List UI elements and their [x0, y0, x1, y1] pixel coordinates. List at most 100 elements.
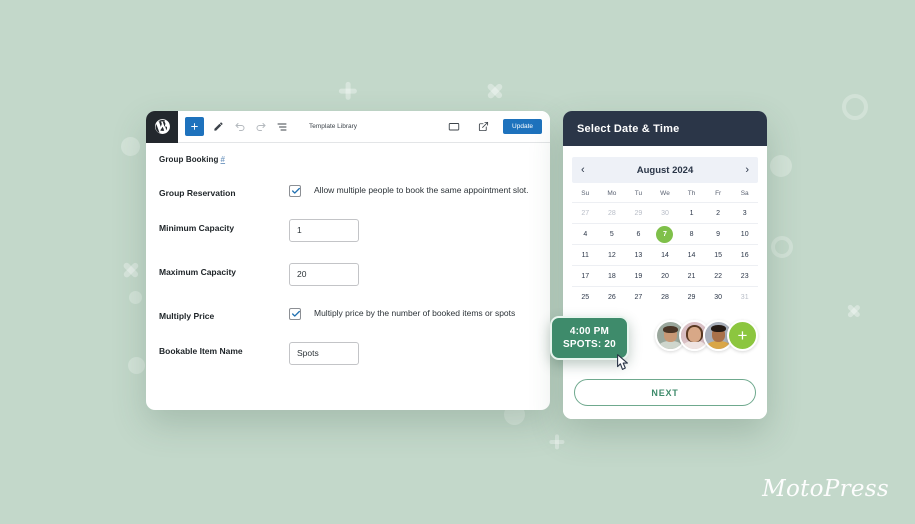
deco-circle-1 — [121, 137, 140, 156]
calendar-day[interactable]: 19 — [625, 266, 652, 286]
calendar-day-label: 30 — [661, 209, 669, 217]
calendar-day-label: 13 — [634, 251, 643, 259]
list-view-icon[interactable] — [271, 116, 292, 137]
deco-cross-2 — [118, 257, 144, 283]
weekday-label: Th — [687, 190, 696, 197]
calendar-day[interactable]: 26 — [599, 287, 626, 307]
calendar-day[interactable]: 10 — [731, 224, 758, 244]
calendar-day-label: 27 — [581, 209, 590, 217]
calendar-day[interactable]: 3 — [731, 203, 758, 223]
calendar-day[interactable]: 29 — [678, 287, 705, 307]
section-title-text: Group Booking — [159, 155, 219, 164]
chevron-left-icon[interactable]: ‹ — [581, 164, 585, 176]
bookable-item-name-input[interactable]: Spots — [289, 342, 359, 365]
calendar-month-label: August 2024 — [636, 164, 694, 176]
multiply-price-checkbox-wrap[interactable]: Multiply price by the number of booked i… — [289, 307, 515, 320]
redo-icon[interactable] — [250, 116, 271, 137]
deco-plus-1 — [336, 79, 360, 103]
desktop-preview-icon[interactable] — [443, 116, 464, 137]
calendar-day[interactable]: 22 — [705, 266, 732, 286]
deco-ring-2 — [842, 94, 868, 120]
wordpress-editor-card: Template Library Update Group Booking # G… — [146, 111, 550, 410]
calendar-day[interactable]: 5 — [599, 224, 626, 244]
field-control: 20 — [289, 263, 550, 286]
field-control: Allow multiple people to book the same a… — [289, 184, 550, 197]
calendar-day[interactable]: 11 — [572, 245, 599, 265]
calendar-day[interactable]: 1 — [678, 203, 705, 223]
weekday-label: We — [660, 190, 670, 197]
calendar-day-label: 8 — [689, 230, 694, 238]
calendar-day-label: 2 — [716, 209, 721, 217]
calendar-day[interactable]: 15 — [705, 245, 732, 265]
field-group-reservation: Group Reservation Allow multiple people … — [159, 184, 550, 198]
calendar-day-label: 14 — [661, 251, 669, 259]
calendar-day[interactable]: 28 — [652, 287, 679, 307]
checkbox-checked-icon[interactable] — [289, 185, 301, 197]
calendar-day[interactable]: 13 — [625, 245, 652, 265]
pencil-icon[interactable] — [208, 116, 229, 137]
calendar-day[interactable]: 8 — [678, 224, 705, 244]
time-slot-badge[interactable]: 4:00 PM SPOTS: 20 — [550, 316, 629, 370]
calendar-grid: Su Mo Tu We Th Fr Sa 27 28 29 30 1 2 3 4 5 6 7 8 9 10… — [563, 183, 767, 307]
calendar-day-label: 30 — [714, 293, 723, 301]
wordpress-icon[interactable] — [146, 111, 178, 143]
calendar-day: 31 — [731, 287, 758, 307]
template-library-label[interactable]: Template Library — [309, 123, 357, 130]
section-title: Group Booking # — [146, 155, 550, 164]
calendar-day: 30 — [652, 203, 679, 223]
attendee-avatar-group: + — [655, 320, 758, 351]
calendar-day[interactable]: 16 — [731, 245, 758, 265]
maximum-capacity-input[interactable]: 20 — [289, 263, 359, 286]
calendar-day-label: 26 — [607, 293, 616, 301]
calendar-day[interactable]: 6 — [625, 224, 652, 244]
update-button[interactable]: Update — [503, 119, 542, 134]
chevron-right-icon[interactable]: › — [745, 164, 749, 176]
group-reservation-checkbox-wrap[interactable]: Allow multiple people to book the same a… — [289, 184, 529, 197]
calendar-day[interactable]: 2 — [705, 203, 732, 223]
weekday-label: Su — [581, 190, 590, 197]
field-bookable-item-name: Bookable Item Name Spots — [159, 342, 550, 365]
field-control: 1 — [289, 219, 550, 242]
calendar-day[interactable]: 25 — [572, 287, 599, 307]
deco-ring-1 — [771, 236, 793, 258]
undo-icon[interactable] — [229, 116, 250, 137]
calendar-week-row: 25 26 27 28 29 30 31 — [572, 286, 758, 307]
calendar-day-label: 27 — [634, 293, 643, 301]
calendar-day-label: 15 — [714, 251, 723, 259]
calendar-day[interactable]: 27 — [625, 287, 652, 307]
calendar-day[interactable]: 17 — [572, 266, 599, 286]
calendar-day-label: 28 — [661, 293, 669, 301]
calendar-day[interactable]: 30 — [705, 287, 732, 307]
calendar-day-label: 9 — [716, 230, 721, 238]
motopress-logo: MotoPress — [762, 476, 889, 502]
time-slot-time: 4:00 PM — [569, 326, 610, 337]
calendar-day[interactable]: 4 — [572, 224, 599, 244]
calendar-day-label: 19 — [634, 272, 643, 280]
calendar-day[interactable]: 20 — [652, 266, 679, 286]
calendar-day[interactable]: 23 — [731, 266, 758, 286]
field-minimum-capacity: Minimum Capacity 1 — [159, 219, 550, 242]
calendar-day[interactable]: 14 — [678, 245, 705, 265]
calendar-day-selected[interactable]: 7 — [652, 224, 679, 244]
calendar-day: 28 — [599, 203, 626, 223]
section-anchor-link[interactable]: # — [221, 155, 226, 164]
calendar-day-label: 21 — [687, 272, 696, 280]
calendar-day[interactable]: 9 — [705, 224, 732, 244]
toolbar-right-group: Update — [443, 116, 550, 137]
calendar-day-label: 22 — [714, 272, 723, 280]
calendar-day[interactable]: 14 — [652, 245, 679, 265]
minimum-capacity-input[interactable]: 1 — [289, 219, 359, 242]
external-link-icon[interactable] — [473, 116, 494, 137]
calendar-day-label: 23 — [740, 272, 749, 280]
calendar-day-label: 11 — [581, 251, 589, 259]
field-maximum-capacity: Maximum Capacity 20 — [159, 263, 550, 286]
add-attendee-button[interactable]: + — [727, 320, 758, 351]
calendar-day[interactable]: 12 — [599, 245, 626, 265]
calendar-day[interactable]: 18 — [599, 266, 626, 286]
add-block-button[interactable] — [185, 117, 204, 136]
calendar-day: 29 — [625, 203, 652, 223]
calendar-day[interactable]: 21 — [678, 266, 705, 286]
calendar-day-label: 10 — [740, 230, 749, 238]
next-button[interactable]: NEXT — [574, 379, 756, 406]
checkbox-checked-icon[interactable] — [289, 308, 301, 320]
